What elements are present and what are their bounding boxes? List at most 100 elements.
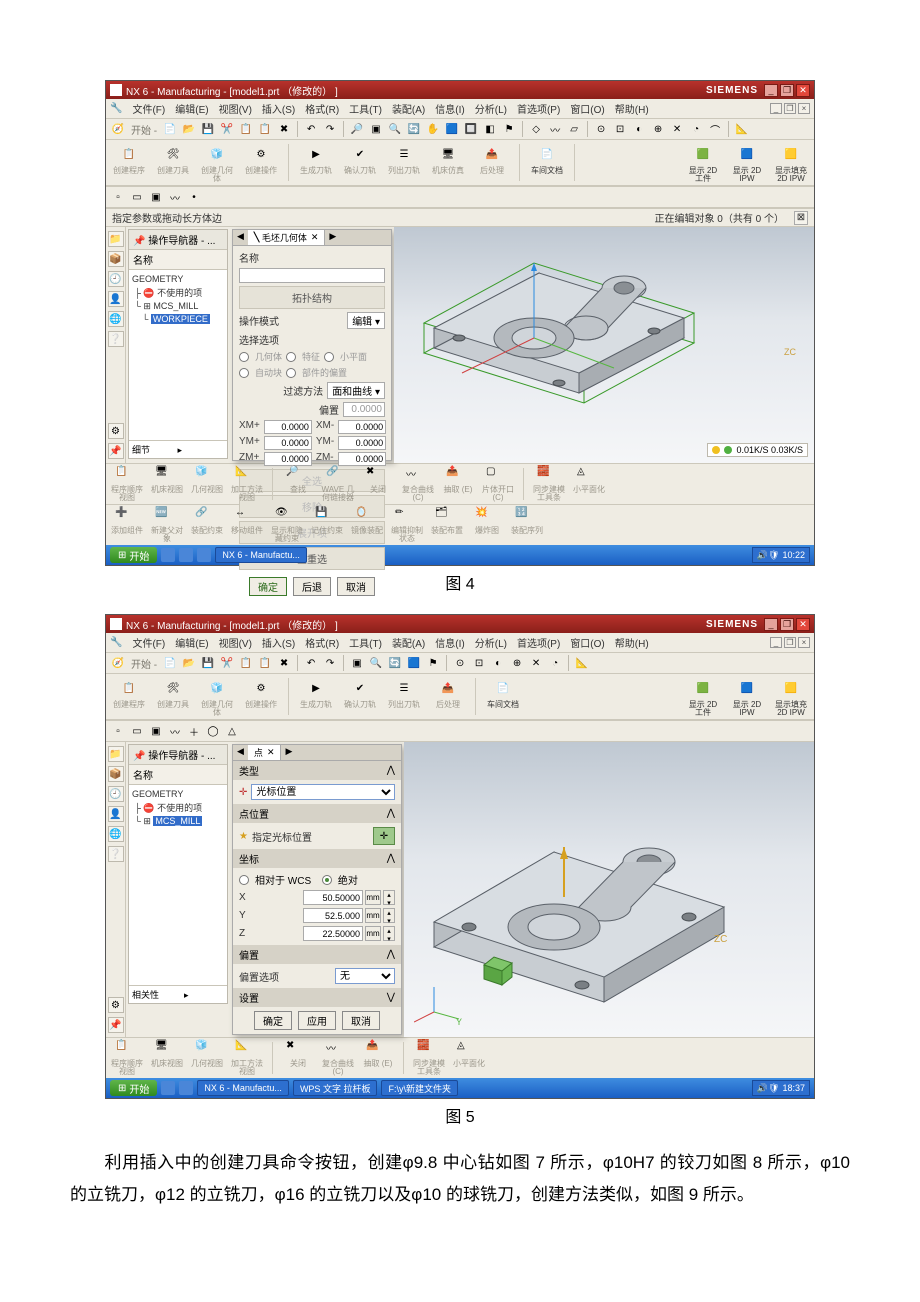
maximize-button[interactable]: ❐ [780,84,794,97]
measure-icon[interactable]: 📐 [574,655,590,671]
shop-doc-button[interactable]: 📄车间文档 [528,142,566,175]
move-component-button[interactable]: ↔移动组件 [230,507,264,535]
snap-quadrant-icon[interactable]: ◔ [688,121,704,137]
start-button[interactable]: ⊞开始 [110,1080,157,1096]
resource-part-icon[interactable]: 📦 [108,766,124,782]
view-machine-button[interactable]: 🖥机床视图 [150,466,184,494]
postprocess-button[interactable]: 📤后处理 [473,142,511,175]
cancel-button[interactable]: 取消 [342,1011,380,1030]
close-tb-button[interactable]: ✖关闭 [281,1040,315,1068]
resource-role-icon[interactable]: 👤 [108,806,124,822]
tree-item-unused[interactable]: ├ ⛔ 不使用的项 [132,800,224,815]
generate-toolpath-button[interactable]: ▶生成刀轨 [297,676,335,709]
snap-center-icon[interactable]: ⊕ [509,655,525,671]
copy-icon[interactable]: 📋 [238,655,254,671]
view-program-order-button[interactable]: 📋程序顺序 视图 [110,1040,144,1076]
menu-insert[interactable]: 插入(S) [262,635,295,650]
y-spinner[interactable]: ▴▾ [383,908,395,923]
filter-dropdown[interactable]: 面和曲线 ▾ [327,382,385,399]
snap-mid-icon[interactable]: ◐ [490,655,506,671]
ok-button[interactable]: 确定 [249,577,287,596]
quicklaunch-icon[interactable] [161,1081,175,1095]
pin-icon[interactable]: 📌 [133,751,145,762]
collapse-icon[interactable]: ⋀ [387,949,395,960]
edit-suppress-button[interactable]: ✏编辑抑制状态 [390,507,424,543]
type-header[interactable]: 类型⋀ [233,761,401,780]
quicklaunch-icon[interactable] [179,548,193,562]
show-2d-ipw-button[interactable]: 🟦显示 2D IPW [728,676,766,717]
snap-intersect-icon[interactable]: ✕ [528,655,544,671]
facet-button[interactable]: ◬小平面化 [452,1040,486,1068]
doc-min-button[interactable]: _ [770,637,782,648]
sel-body-icon[interactable]: ▣ [148,723,164,739]
list-toolpath-button[interactable]: ☰列出刀轨 [385,142,423,175]
name-input[interactable] [239,268,385,283]
wcs-icon[interactable]: ⚑ [501,121,517,137]
new-icon[interactable]: 📄 [162,655,178,671]
view-method-button[interactable]: 📐加工方法 视图 [230,466,264,502]
zm-minus-input[interactable] [338,452,386,466]
showhide-constraint-button[interactable]: 👁显示和隐藏约束 [270,507,304,543]
navigator-tree[interactable]: GEOMETRY ├ ⛔ 不使用的项 └ ⊞ MCS_MILL └ WORKPI… [129,270,227,440]
shop-doc-button[interactable]: 📄车间文档 [484,676,522,709]
delete-icon[interactable]: ✖ [276,121,292,137]
sheet-opening-button[interactable]: ▢片体开口(C) [481,466,515,502]
collapse-icon[interactable]: ⋀ [387,765,395,776]
measure-icon[interactable]: 📐 [734,121,750,137]
snap-point-icon[interactable]: ⊙ [452,655,468,671]
apply-button[interactable]: 应用 [298,1011,336,1030]
cut-icon[interactable]: ✂️ [219,655,235,671]
3d-viewport[interactable]: ZC 0.01K/S 0.03K/S [394,227,814,463]
collapse-icon[interactable]: ⋀ [387,853,395,864]
explode-button[interactable]: 💥爆炸图 [470,507,504,535]
menu-tools[interactable]: 工具(T) [349,635,382,650]
resource-help-icon[interactable]: ❔ [108,846,124,862]
snap-end-icon[interactable]: ⊡ [612,121,628,137]
sel-body-icon[interactable]: ▣ [148,189,164,205]
system-tray[interactable]: 🔊🛡 18:37 [752,1080,810,1096]
tab-arrow-right-icon[interactable]: ▶ [325,230,340,245]
snap-mid-icon[interactable]: ◐ [631,121,647,137]
offset-input[interactable] [343,402,385,417]
pan-icon[interactable]: ✋ [425,121,441,137]
paste-icon[interactable]: 📋 [257,121,273,137]
save-icon[interactable]: 💾 [200,655,216,671]
snap-tangent-icon[interactable]: ⌒ [707,121,723,137]
wireframe-icon[interactable]: 🔲 [463,121,479,137]
zoom-icon[interactable]: 🔍 [368,655,384,671]
open-icon[interactable]: 📂 [181,655,197,671]
resource-pin-icon[interactable]: 📌 [108,1017,124,1033]
delete-icon[interactable]: ✖ [276,655,292,671]
quicklaunch-icon[interactable] [197,548,211,562]
facet-button[interactable]: ◬小平面化 [572,466,606,494]
resource-pin-icon[interactable]: 📌 [108,443,124,459]
create-program-button[interactable]: 📋创建程序 [110,676,148,709]
tree-root[interactable]: GEOMETRY [132,273,224,285]
menu-edit[interactable]: 编辑(E) [175,101,208,116]
menu-prefs[interactable]: 首选项(P) [517,635,560,650]
radio-absolute[interactable] [322,875,332,885]
snap-end-icon[interactable]: ⊡ [471,655,487,671]
show-2d-workpiece-button[interactable]: 🟩显示 2D 工件 [684,676,722,717]
sel-face-icon[interactable]: ▫ [110,189,126,205]
x-spinner[interactable]: ▴▾ [383,890,395,905]
resource-settings-icon[interactable]: ⚙ [108,423,124,439]
create-geometry-button[interactable]: 🧊创建几何体 [198,676,236,717]
view-program-order-button[interactable]: 📋程序顺序 视图 [110,466,144,502]
constraint-button[interactable]: 🔗装配约束 [190,507,224,535]
status-close-icon[interactable]: ⊠ [794,211,808,225]
composite-curve-button[interactable]: 〰复合曲线(C) [321,1040,355,1076]
undo-icon[interactable]: ↶ [303,121,319,137]
quicklaunch-icon[interactable] [179,1081,193,1095]
cut-icon[interactable]: ✂️ [219,121,235,137]
layer-icon[interactable]: ◧ [482,121,498,137]
create-program-button[interactable]: 📋创建程序 [110,142,148,175]
quicklaunch-icon[interactable] [161,548,175,562]
redo-icon[interactable]: ↷ [322,121,338,137]
cancel-button[interactable]: 取消 [337,577,375,596]
navigator-footer[interactable]: 细节 ▸ [129,440,227,458]
menu-format[interactable]: 格式(R) [305,635,339,650]
menu-info[interactable]: 信息(I) [435,635,464,650]
ok-button[interactable]: 确定 [254,1011,292,1030]
resource-history-icon[interactable]: 🕘 [108,271,124,287]
